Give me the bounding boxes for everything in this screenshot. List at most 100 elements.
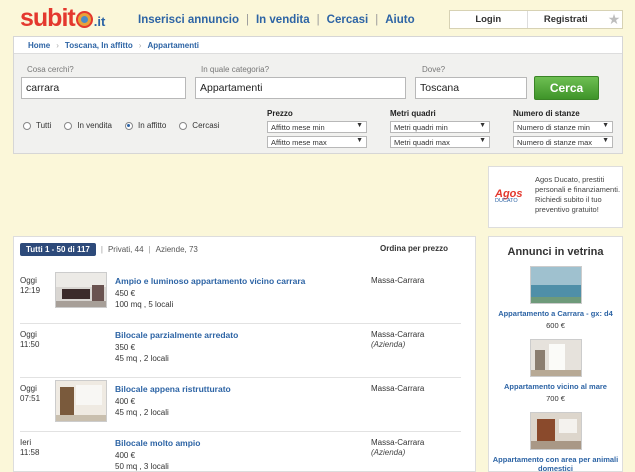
category-select[interactable]: Appartamenti: [195, 77, 406, 99]
listing-title[interactable]: Bilocale molto ampio: [115, 438, 201, 448]
listing-details: 45 mq , 2 locali: [115, 408, 169, 417]
radio-all[interactable]: Tutti: [23, 121, 51, 130]
showcase-item[interactable]: Appartamento vicino al mare 700 €: [489, 339, 622, 403]
size-min-select[interactable]: Metri quadri min ▼: [390, 121, 490, 133]
listing-tag: (Azienda): [371, 448, 406, 457]
radio-for-sale[interactable]: In vendita: [64, 121, 112, 130]
radio-for-rent[interactable]: In affitto: [124, 121, 166, 130]
breadcrumb-chevron-icon: ›: [56, 40, 59, 50]
listing-price: 350 €: [115, 343, 136, 352]
listing-details: 50 mq , 3 locali: [115, 462, 169, 471]
listing-thumbnail[interactable]: [55, 272, 107, 308]
listing-price: 450 €: [115, 289, 136, 298]
listing-row[interactable]: Oggi 12:19 Ampio e luminoso appartamento …: [14, 270, 477, 324]
listing-details: 100 mq , 5 locali: [115, 300, 174, 309]
room-photo-icon: [530, 413, 581, 449]
radio-dot-selected: [124, 121, 133, 130]
size-max-select[interactable]: Metri quadri max ▼: [390, 136, 490, 148]
showcase-caption[interactable]: Appartamento vicino al mare: [489, 382, 622, 391]
showcase-item[interactable]: Appartamento con area per animali domest…: [489, 412, 622, 471]
what-input[interactable]: carrara: [21, 77, 186, 99]
logo-ball-icon: [75, 11, 93, 28]
listing-tag: (Azienda): [371, 340, 406, 349]
breadcrumb-category[interactable]: Appartamenti: [147, 41, 199, 50]
breadcrumb: Home › Toscana, In affitto › Appartament…: [14, 37, 622, 54]
search-panel: Home › Toscana, In affitto › Appartament…: [13, 36, 623, 154]
rooms-max-select[interactable]: Numero di stanze max ▼: [513, 136, 613, 148]
listing-location: Massa-Carrara: [371, 276, 425, 285]
tab-private[interactable]: Privati, 44: [108, 245, 144, 254]
listing-row[interactable]: Oggi 07:51 Bilocale appena ristrutturato …: [14, 378, 477, 432]
showcase-item[interactable]: Appartamento a Carrara - gx: d4 600 €: [489, 266, 622, 330]
room-photo-icon: [56, 381, 106, 421]
showcase-panel: Annunci in vetrina Appartamento a Carrar…: [488, 236, 623, 472]
radio-dot: [23, 121, 31, 130]
price-filter: Prezzo Affitto mese min ▼ Affitto mese ma…: [267, 109, 367, 151]
tab-all[interactable]: Tutti 1 - 50 di 117: [20, 243, 96, 256]
showcase-thumbnail[interactable]: [529, 412, 582, 450]
listing-details: 45 mq , 2 locali: [115, 354, 169, 363]
rooms-filter: Numero di stanze Numero di stanze min ▼ N…: [513, 109, 613, 151]
showcase-caption[interactable]: Appartamento con area per animali domest…: [489, 455, 622, 471]
listing-title[interactable]: Bilocale appena ristrutturato: [115, 384, 231, 394]
showcase-price: 700 €: [546, 394, 565, 403]
category-label: In quale categoria?: [201, 65, 270, 74]
breadcrumb-home[interactable]: Home: [28, 41, 50, 50]
agos-logo: Agos DUCATO: [495, 188, 523, 204]
dropdown-arrow-icon: ▼: [356, 122, 363, 129]
login-button[interactable]: Login: [450, 11, 528, 28]
showcase-caption[interactable]: Appartamento a Carrara - gx: d4: [489, 309, 622, 318]
size-title: Metri quadri: [390, 109, 436, 118]
listing-title[interactable]: Bilocale parzialmente arredato: [115, 330, 238, 340]
nav-for-sale[interactable]: In vendita: [252, 14, 314, 26]
type-radios: Tutti In vendita In affitto Cercasi: [23, 121, 232, 130]
dropdown-arrow-icon: ▼: [479, 122, 486, 129]
where-label: Dove?: [422, 65, 446, 74]
subito-logo[interactable]: subit .it: [20, 4, 106, 32]
nav-insert-ad[interactable]: Inserisci annuncio: [134, 14, 243, 26]
listing-row[interactable]: Oggi 11:50 Bilocale parzialmente arredato…: [14, 324, 477, 378]
room-photo-icon: [530, 340, 581, 376]
showcase-thumbnail[interactable]: [529, 339, 582, 377]
rooms-min-select[interactable]: Numero di stanze min ▼: [513, 121, 613, 133]
dropdown-arrow-icon: ▼: [602, 137, 609, 144]
top-nav: Inserisci annuncio | In vendita | Cercas…: [134, 14, 419, 26]
ad-text: Agos Ducato, prestiti personali e finanz…: [535, 175, 621, 214]
logo-tld: .it: [93, 14, 106, 29]
radio-dot: [64, 121, 73, 130]
radio-wanted[interactable]: Cercasi: [179, 121, 219, 130]
breadcrumb-chevron-icon: ›: [138, 40, 142, 50]
nav-wanted[interactable]: Cercasi: [323, 14, 373, 26]
listing-price: 400 €: [115, 397, 136, 406]
listing-location: Massa-Carrara: [371, 438, 425, 447]
listing-row[interactable]: Ieri 11:58 Bilocale molto ampio 400 € 50 …: [14, 432, 477, 472]
room-photo-icon: [56, 273, 106, 307]
search-button[interactable]: Cerca: [534, 76, 599, 100]
breadcrumb-region[interactable]: Toscana, In affitto: [65, 41, 133, 50]
listing-panel: Tutti 1 - 50 di 117 | Privati, 44 | Azie…: [13, 236, 476, 472]
where-input[interactable]: Toscana: [415, 77, 527, 99]
favorites-star-icon[interactable]: ★: [605, 10, 623, 29]
listing-thumbnail[interactable]: [55, 380, 107, 422]
sea-photo-icon: [530, 267, 581, 303]
price-title: Prezzo: [267, 109, 293, 118]
logo-word: subit: [20, 4, 76, 32]
register-button[interactable]: Registrati: [528, 11, 605, 28]
listing-location: Massa-Carrara: [371, 384, 425, 393]
radio-dot: [179, 121, 188, 130]
agos-ad-banner[interactable]: Agos DUCATO Agos Ducato, prestiti person…: [488, 166, 623, 228]
listing-title[interactable]: Ampio e luminoso appartamento vicino car…: [115, 276, 305, 286]
price-max-select[interactable]: Affitto mese max ▼: [267, 136, 367, 148]
dropdown-arrow-icon: ▼: [356, 137, 363, 144]
nav-help[interactable]: Aiuto: [381, 14, 418, 26]
price-min-select[interactable]: Affitto mese min ▼: [267, 121, 367, 133]
showcase-thumbnail[interactable]: [529, 266, 582, 304]
rooms-title: Numero di stanze: [513, 109, 580, 118]
dropdown-arrow-icon: ▼: [602, 122, 609, 129]
showcase-title: Annunci in vetrina: [507, 246, 604, 258]
what-label: Cosa cerchi?: [27, 65, 74, 74]
user-box: Login Registrati: [449, 10, 623, 29]
tab-company[interactable]: Aziende, 73: [156, 245, 198, 254]
listing-price: 400 €: [115, 451, 136, 460]
order-by-price[interactable]: Ordina per prezzo: [380, 244, 448, 253]
